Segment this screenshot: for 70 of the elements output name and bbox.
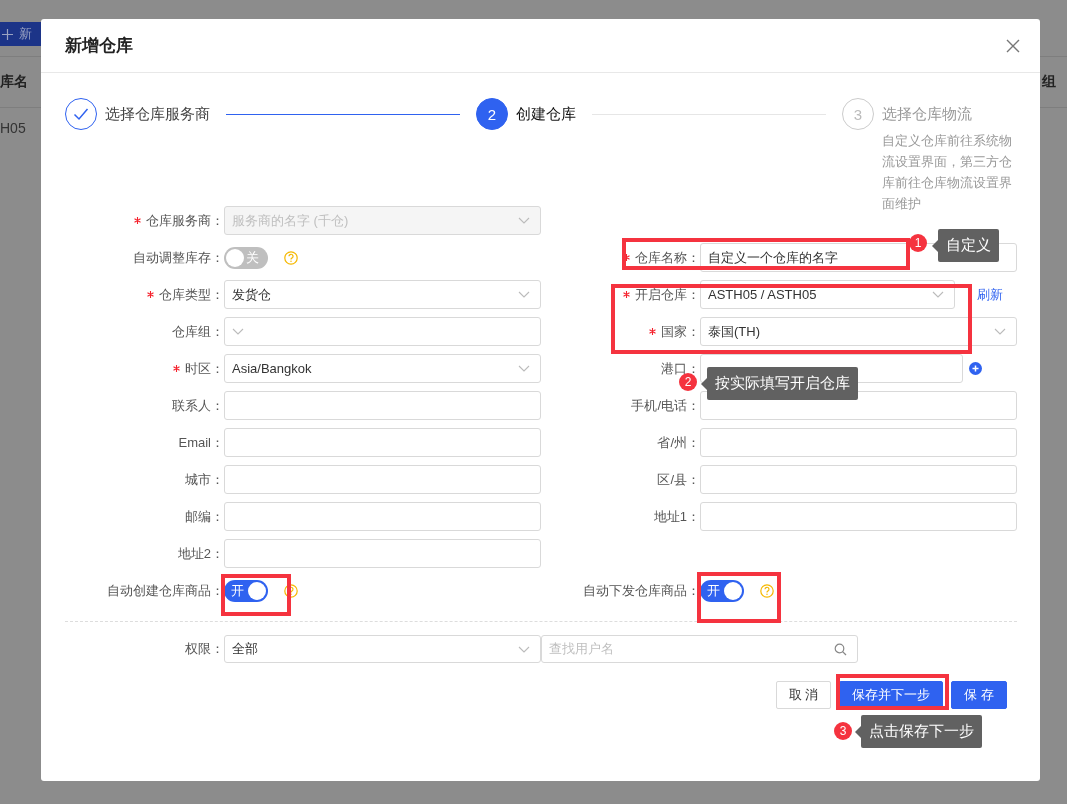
field-label: 省/州： [657,433,700,452]
callout-tooltip: 点击保存下一步 [855,715,982,748]
help-icon[interactable] [284,583,298,598]
input-field[interactable] [224,428,541,457]
field-label: 邮编： [185,507,224,526]
step-title[interactable]: 创建仓库 [516,98,576,130]
field-label: 开启仓库： [635,285,700,304]
caret-icon [232,328,244,335]
select-field[interactable]: 泰国(TH) [700,317,1017,346]
select-field[interactable]: 发货仓 [224,280,541,309]
caret-icon [994,328,1006,335]
step-badge: 2 [679,373,697,391]
field-label: 地址2： [177,544,224,563]
step-number[interactable]: 2 [476,98,508,130]
field-label: 仓库名称： [635,248,700,267]
highlight-frame [221,574,291,616]
field-label: 自动调整库存： [133,248,224,267]
field-label: 仓库服务商： [146,211,224,230]
field-label: 权限： [185,640,224,658]
field-label: 时区： [185,359,224,378]
cancel-button[interactable]: 取 消 [775,681,832,709]
input-field[interactable] [224,539,541,568]
toggle-switch[interactable]: 开 [224,579,268,602]
save-button[interactable]: 保 存 [951,681,1007,709]
search-icon [834,642,847,656]
field-label: 联系人： [172,396,224,415]
callout-tooltip: 自定义 [932,229,999,262]
caret-icon [518,217,530,224]
step-badge: 3 [834,722,852,740]
field-label: 手机/电话： [631,396,700,415]
input-field[interactable] [700,502,1017,531]
field-label: 仓库类型： [159,285,224,304]
add-button[interactable]: 新 [0,22,41,46]
step-description: 自定义仓库前往系统物流设置界面，第三方仓库前往仓库物流设置界面维护 [882,132,1013,213]
step-title[interactable]: 选择仓库物流 [882,98,1017,130]
input-field[interactable] [224,465,541,494]
step-badge: 1 [909,234,927,252]
help-icon[interactable] [284,250,298,265]
table-cell: H05 [0,120,26,136]
field-label: Email： [178,433,224,452]
caret-icon [518,291,530,298]
dialog-title: 新增仓库 [65,35,133,57]
input-field[interactable] [700,428,1017,457]
add-icon[interactable] [969,362,982,375]
field-label: 区/县： [657,470,700,489]
input-field[interactable] [224,391,541,420]
refresh-link[interactable]: 刷新 [977,285,1003,304]
help-icon[interactable] [760,583,774,598]
input-field[interactable] [224,502,541,531]
field-label: 国家： [661,322,700,341]
close-icon[interactable] [1006,38,1020,53]
field-label: 自动下发仓库商品： [583,581,700,600]
select-field[interactable]: Asia/Bangkok [224,354,541,383]
field-label: 地址1： [653,507,700,526]
select-field[interactable] [224,317,541,346]
caret-icon [518,365,530,372]
field-label: 仓库组： [172,322,224,341]
select-field[interactable]: 全部 [224,635,541,663]
plus-icon [2,28,13,40]
input-field[interactable] [700,465,1017,494]
column-header: 库名 [0,73,28,91]
callout-tooltip: 按实际填写开启仓库 [701,367,858,400]
field-label: 城市： [185,470,224,489]
caret-icon [518,645,530,653]
step-title[interactable]: 选择仓库服务商 [105,98,210,130]
field-label: 自动创建仓库商品： [107,581,224,600]
column-header: 组 [1042,73,1056,91]
save-button[interactable]: 保存并下一步 [839,681,944,709]
toggle-switch[interactable]: 开 [700,579,744,602]
caret-icon [932,291,944,298]
